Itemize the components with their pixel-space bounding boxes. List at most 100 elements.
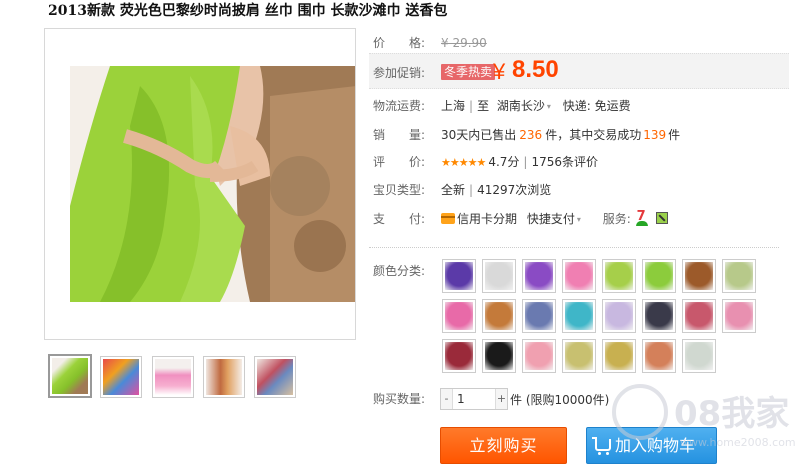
chevron-down-icon: ▾ xyxy=(546,101,551,111)
thumbnail-5[interactable] xyxy=(254,356,296,398)
main-product-image[interactable] xyxy=(44,28,356,340)
watermark-circle-icon xyxy=(612,384,668,440)
color-swatch-22[interactable] xyxy=(642,339,676,373)
color-swatch-12[interactable] xyxy=(562,299,596,333)
watermark-logo: 08我家 www.home2008.com xyxy=(608,378,798,474)
swatch-image xyxy=(605,262,633,290)
swatch-image xyxy=(645,302,673,330)
swatch-image xyxy=(445,342,473,370)
swatch-image xyxy=(685,302,713,330)
thumbnail-1[interactable] xyxy=(48,354,92,398)
shipping-label: 物流运费: xyxy=(373,99,426,113)
ship-to-select[interactable]: 湖南长沙 ▾ xyxy=(493,99,551,113)
color-swatch-13[interactable] xyxy=(602,299,636,333)
ship-to-prefix: 至 xyxy=(477,99,490,113)
quantity-input[interactable] xyxy=(454,389,495,409)
rating-label: 评 价: xyxy=(373,155,426,169)
color-swatch-2[interactable] xyxy=(482,259,516,293)
color-swatch-10[interactable] xyxy=(482,299,516,333)
price-label: 价 格: xyxy=(373,36,426,50)
promotion-tag: 冬季热卖 xyxy=(441,64,496,80)
swatch-image xyxy=(605,302,633,330)
watermark-url: www.home2008.com xyxy=(680,436,796,449)
color-swatch-20[interactable] xyxy=(562,339,596,373)
color-swatch-23[interactable] xyxy=(682,339,716,373)
product-title: 2013新款 荧光色巴黎纱时尚披肩 丝巾 围巾 长款沙滩巾 送香包 xyxy=(48,3,448,19)
color-swatch-8[interactable] xyxy=(722,259,756,293)
thumbnail-2[interactable] xyxy=(100,356,142,398)
swatch-image xyxy=(525,342,553,370)
review-count-link[interactable]: 1756条评价 xyxy=(531,155,598,169)
swatch-image xyxy=(565,342,593,370)
swatch-image xyxy=(485,302,513,330)
type-label: 宝贝类型: xyxy=(373,183,426,197)
quantity-decrease-button[interactable]: - xyxy=(441,389,453,409)
view-count: 41297次浏览 xyxy=(477,183,552,197)
credit-card-installment[interactable]: 信用卡分期 xyxy=(441,212,517,226)
sold-count: 236 xyxy=(519,128,543,142)
color-swatch-1[interactable] xyxy=(442,259,476,293)
swatch-image xyxy=(685,262,713,290)
credit-card-icon xyxy=(441,213,455,224)
swatch-image xyxy=(645,262,673,290)
color-swatch-4[interactable] xyxy=(562,259,596,293)
swatch-image xyxy=(485,262,513,290)
sales-row: 销 量: 30天内已售出 236 件，其中交易成功 139 件 xyxy=(373,126,680,144)
color-swatch-3[interactable] xyxy=(522,259,556,293)
swatch-image xyxy=(725,302,753,330)
color-swatch-14[interactable] xyxy=(642,299,676,333)
credit-card-text: 信用卡分期 xyxy=(457,212,518,226)
color-swatch-6[interactable] xyxy=(642,259,676,293)
color-swatch-15[interactable] xyxy=(682,299,716,333)
quantity-increase-button[interactable]: + xyxy=(495,389,507,409)
original-price: ¥ 29.90 xyxy=(441,36,487,50)
quantity-stepper: - + xyxy=(440,388,508,410)
thumbnail-4[interactable] xyxy=(203,356,245,398)
promotion-row: 参加促销: 冬季热卖 ¥ 8.50 xyxy=(369,53,789,89)
thumbnail-pointer xyxy=(66,354,78,355)
buy-now-button[interactable]: 立刻购买 xyxy=(440,427,567,464)
ship-from: 上海 xyxy=(441,99,466,113)
swatch-image xyxy=(525,302,553,330)
color-swatch-17[interactable] xyxy=(442,339,476,373)
quantity-unit: 件 (限购10000件) xyxy=(510,393,610,407)
separator: | xyxy=(469,99,474,113)
rating-row: 评 价: ★★★★★ 4.7分 | 1756条评价 xyxy=(373,153,598,171)
sales-prefix: 30天内已售出 xyxy=(441,128,517,142)
color-label: 颜色分类: xyxy=(373,264,426,278)
price-row: 价 格: ¥ 29.90 xyxy=(373,34,487,52)
swatch-image xyxy=(605,342,633,370)
sales-mid: 件，其中交易成功 xyxy=(545,128,642,142)
guarantee-icon[interactable] xyxy=(656,212,669,224)
seven-day-return-icon[interactable]: 7 xyxy=(635,209,649,226)
quick-pay-text: 快捷支付 xyxy=(526,212,575,226)
rating-score: 4.7分 xyxy=(488,155,520,169)
swatch-image xyxy=(725,262,753,290)
color-swatch-11[interactable] xyxy=(522,299,556,333)
swatch-image xyxy=(445,302,473,330)
rating-stars-icon: ★★★★★ xyxy=(441,156,486,169)
color-swatch-9[interactable] xyxy=(442,299,476,333)
payment-label: 支 付: xyxy=(373,212,426,226)
promotion-price: 8.50 xyxy=(512,56,559,83)
service-label: 服务: xyxy=(602,212,631,226)
shipping-fee: 快递: 免运费 xyxy=(562,99,631,113)
quick-pay-select[interactable]: 快捷支付 ▾ xyxy=(527,212,581,226)
color-swatch-5[interactable] xyxy=(602,259,636,293)
sales-suffix: 件 xyxy=(668,128,681,142)
payment-row: 支 付: 信用卡分期 快捷支付 ▾ 服务: 7 xyxy=(373,209,669,228)
swatch-image xyxy=(645,342,673,370)
color-swatch-7[interactable] xyxy=(682,259,716,293)
thumbnail-3[interactable] xyxy=(152,356,194,398)
divider xyxy=(369,247,779,248)
chevron-down-icon: ▾ xyxy=(576,214,581,224)
color-swatch-16[interactable] xyxy=(722,299,756,333)
color-swatch-21[interactable] xyxy=(602,339,636,373)
color-swatch-18[interactable] xyxy=(482,339,516,373)
sales-label: 销 量: xyxy=(373,128,426,142)
swatch-image xyxy=(485,342,513,370)
ship-to: 湖南长沙 xyxy=(496,99,545,113)
color-swatch-19[interactable] xyxy=(522,339,556,373)
item-condition: 全新 xyxy=(441,183,466,197)
separator: | xyxy=(469,183,474,197)
